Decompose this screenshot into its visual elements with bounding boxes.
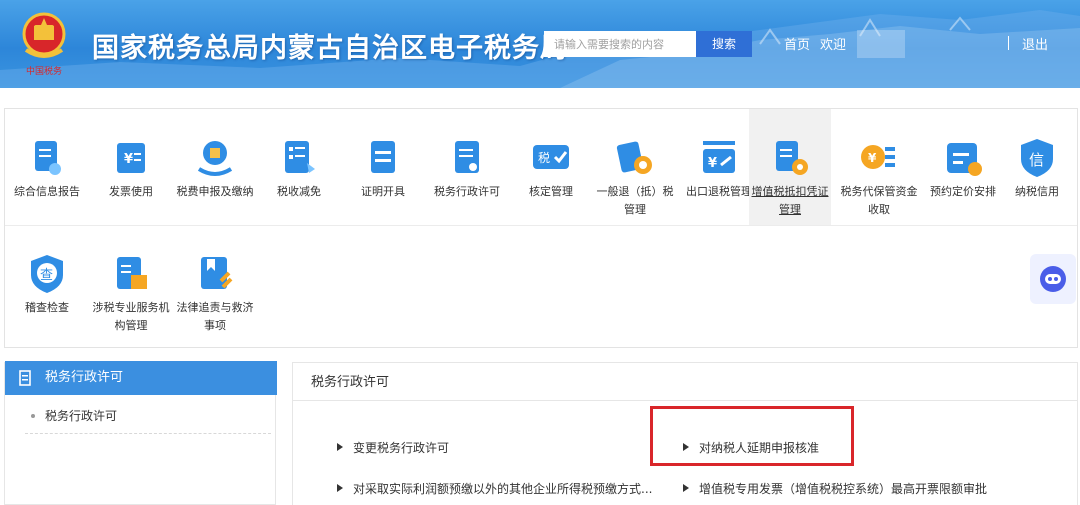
func-item-pricing[interactable]: 预约定价安排	[922, 135, 1004, 201]
func-label: 增值税抵扣凭证管理	[751, 185, 829, 216]
func-item-vat-deduct[interactable]: 增值税抵扣凭证管理	[749, 109, 831, 225]
left-sidebar: 税务行政许可 税务行政许可	[4, 361, 277, 505]
pricing-icon	[947, 143, 982, 176]
func-item-tax-declare[interactable]: 税费申报及缴纳	[174, 135, 256, 201]
func-label: 法律追责与救济事项	[176, 301, 254, 332]
link-label: 变更税务行政许可	[353, 441, 450, 455]
func-item-custody-fund[interactable]: ¥ 税务代保管资金收取	[838, 135, 920, 219]
report-icon	[35, 141, 61, 175]
search-input[interactable]	[544, 31, 696, 57]
search-button[interactable]: 搜索	[696, 31, 752, 57]
func-item-info-report[interactable]: 综合信息报告	[6, 135, 88, 201]
func-label: 税费申报及缴纳	[176, 185, 254, 198]
function-panel: 综合信息报告 ¥ 发票使用 税费申报及缴纳 税收减免 证明开具 税务行政许可 税…	[4, 108, 1078, 348]
main-title: 税务行政许可	[293, 363, 1077, 401]
tax-emblem-icon: 中国税务	[22, 12, 66, 77]
func-item-agency[interactable]: 涉税专业服务机构管理	[90, 251, 172, 335]
func-label: 稽查检查	[25, 301, 69, 314]
assistant-button[interactable]	[1030, 254, 1076, 304]
export-refund-icon: ¥	[703, 141, 735, 173]
func-item-tax-relief[interactable]: 税收减免	[258, 135, 340, 201]
username-mask	[857, 30, 905, 58]
svg-text:中国税务: 中国税务	[26, 65, 62, 77]
func-item-legal[interactable]: 法律追责与救济事项	[174, 251, 256, 335]
func-item-export-refund[interactable]: ¥ 出口退税管理	[678, 135, 760, 201]
inspection-icon: 查	[31, 255, 63, 293]
tax-declare-icon	[197, 141, 233, 176]
func-label: 一般退（抵）税管理	[596, 185, 674, 216]
svg-text:查: 查	[40, 268, 53, 283]
func-label: 综合信息报告	[14, 185, 80, 198]
highlight-box	[650, 406, 854, 466]
logout-link[interactable]: 退出	[1022, 34, 1048, 53]
func-label: 税收减免	[277, 185, 321, 198]
func-label: 预约定价安排	[930, 185, 996, 198]
link-invoice-limit[interactable]: 增值税专用发票（增值税税控系统）最高开票限额审批	[683, 480, 987, 497]
permit-icon	[455, 141, 479, 173]
triangle-right-icon	[683, 484, 689, 492]
sidebar-item-label: 税务行政许可	[45, 409, 118, 423]
func-item-assess[interactable]: 税 核定管理	[510, 135, 592, 201]
document-icon	[19, 370, 31, 386]
link-label: 增值税专用发票（增值税税控系统）最高开票限额审批	[699, 482, 988, 496]
link-prepayment-method[interactable]: 对采取实际利润额预缴以外的其他企业所得税预缴方式...	[337, 480, 652, 497]
link-change-permit[interactable]: 变更税务行政许可	[337, 439, 449, 456]
certificate-icon	[371, 141, 395, 173]
func-item-certificate[interactable]: 证明开具	[342, 135, 424, 201]
func-item-inspection[interactable]: 查 稽查检查	[6, 251, 88, 317]
sidebar-header-label: 税务行政许可	[45, 370, 124, 385]
sidebar-item-permit[interactable]: 税务行政许可	[25, 406, 271, 434]
svg-text:¥: ¥	[124, 152, 133, 167]
site-header: 中国税务 国家税务总局内蒙古自治区电子税务局 搜索 首页 欢迎 退出	[0, 0, 1080, 88]
svg-text:信: 信	[1029, 151, 1044, 169]
func-label: 纳税信用	[1015, 185, 1059, 198]
func-label: 证明开具	[361, 185, 405, 198]
func-item-invoice[interactable]: ¥ 发票使用	[90, 135, 172, 201]
func-item-refund[interactable]: 一般退（抵）税管理	[594, 135, 676, 219]
credit-icon: 信	[1021, 139, 1053, 177]
svg-text:税: 税	[538, 151, 550, 165]
site-title: 国家税务总局内蒙古自治区电子税务局	[92, 33, 568, 64]
agency-icon	[117, 257, 147, 289]
func-label: 税务代保管资金收取	[840, 185, 918, 216]
tax-relief-icon	[285, 141, 315, 173]
refund-icon	[616, 141, 652, 174]
legal-icon	[201, 257, 233, 289]
func-label: 税务行政许可	[434, 185, 500, 198]
func-label: 涉税专业服务机构管理	[92, 301, 170, 332]
main-content: 税务行政许可 变更税务行政许可 对纳税人延期申报核准 对采取实际利润额预缴以外的…	[292, 362, 1078, 505]
vat-deduct-icon	[776, 141, 808, 175]
svg-text:¥: ¥	[868, 151, 877, 165]
invoice-icon: ¥	[117, 143, 145, 173]
func-label: 核定管理	[529, 185, 573, 198]
assess-icon: 税	[533, 145, 569, 169]
home-link[interactable]: 首页	[784, 34, 810, 53]
func-label: 发票使用	[109, 185, 153, 198]
sidebar-header: 税务行政许可	[5, 361, 277, 395]
link-label: 对采取实际利润额预缴以外的其他企业所得税预缴方式...	[353, 482, 653, 496]
bullet-icon	[31, 414, 35, 418]
custody-fund-icon: ¥	[861, 145, 895, 169]
robot-assistant-icon	[1040, 266, 1066, 292]
func-label: 出口退税管理	[686, 185, 752, 198]
triangle-right-icon	[337, 484, 343, 492]
row-divider	[5, 225, 1077, 226]
func-item-permit[interactable]: 税务行政许可	[426, 135, 508, 201]
func-item-credit[interactable]: 信 纳税信用	[996, 135, 1078, 201]
header-divider	[1008, 36, 1009, 50]
triangle-right-icon	[337, 443, 343, 451]
welcome-text: 欢迎	[820, 38, 847, 53]
svg-text:¥: ¥	[708, 156, 717, 171]
